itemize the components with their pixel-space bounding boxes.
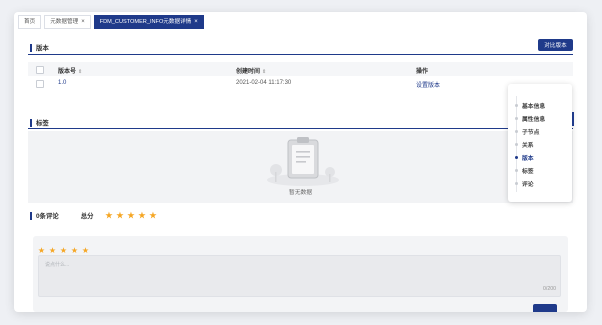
anchor-dot	[515, 182, 518, 185]
tab-label: FDM_CUSTOMER_INFO元数据详情	[99, 19, 192, 25]
star-icon: ★	[105, 211, 113, 220]
section-marker	[30, 118, 32, 127]
char-counter: 0/200	[543, 286, 556, 292]
star-icon: ★	[116, 211, 124, 220]
anchor-dot	[515, 117, 518, 120]
anchor-item-child-nodes[interactable]: 子节点	[522, 127, 539, 136]
section-title-text: 标签	[36, 120, 49, 127]
close-icon[interactable]: ×	[194, 16, 198, 28]
compare-versions-button[interactable]: 对比版本	[538, 39, 573, 51]
anchor-item-tags[interactable]: 标签	[522, 166, 534, 175]
comments-section-title: 0条评论 总分 ★ ★ ★ ★ ★	[30, 211, 159, 220]
column-header-version[interactable]: 版本号 ⇕	[58, 66, 82, 75]
anchor-item-relations[interactable]: 关系	[522, 140, 534, 149]
empty-state: 暂无数据	[28, 131, 573, 203]
anchor-dot	[515, 104, 518, 107]
scrollbar-thumb[interactable]	[572, 112, 574, 126]
empty-clipboard-illustration	[267, 137, 339, 186]
close-icon[interactable]: ×	[81, 16, 85, 28]
section-divider	[28, 54, 573, 55]
created-time: 2021-02-04 11:17:30	[236, 80, 292, 86]
star-icon[interactable]: ★	[69, 246, 80, 255]
anchor-item-basic-info[interactable]: 基本信息	[522, 101, 545, 110]
star-icon[interactable]: ★	[80, 246, 91, 255]
tab-bar: 首页 元数据管理 × FDM_CUSTOMER_INFO元数据详情 ×	[14, 12, 587, 32]
version-section-title: 版本	[30, 43, 49, 52]
column-header-created[interactable]: 创建时间 ⇕	[236, 66, 266, 75]
anchor-nav: 基本信息 属性信息 子节点 关系 版本 标签 评论	[508, 84, 572, 202]
comment-count: 0条评论	[36, 213, 59, 220]
star-icon: ★	[127, 211, 135, 220]
anchor-dot-active	[515, 156, 518, 159]
sort-icon[interactable]: ⇕	[78, 69, 82, 75]
tab-home[interactable]: 首页	[18, 15, 42, 29]
section-divider	[28, 128, 573, 129]
star-icon[interactable]: ★	[36, 246, 47, 255]
column-header-action: 操作	[416, 69, 429, 75]
tab-label: 首页	[24, 19, 36, 25]
version-number[interactable]: 1.0	[58, 80, 66, 86]
star-icon[interactable]: ★	[47, 246, 58, 255]
tab-metadata-management[interactable]: 元数据管理 ×	[44, 15, 91, 29]
section-marker	[30, 43, 32, 52]
row-checkbox[interactable]	[36, 80, 44, 88]
section-title-text: 版本	[36, 45, 49, 52]
comment-input[interactable]: 说点什么... 0/200	[38, 255, 561, 297]
anchor-item-comments[interactable]: 评论	[522, 179, 534, 188]
star-icon: ★	[138, 211, 146, 220]
select-all-checkbox[interactable]	[36, 66, 44, 74]
tags-section-title: 标签	[30, 118, 49, 127]
submit-comment-button[interactable]	[533, 304, 557, 312]
anchor-dot	[515, 143, 518, 146]
anchor-dot	[515, 169, 518, 172]
section-marker	[30, 211, 32, 220]
sort-icon[interactable]: ⇕	[262, 69, 266, 75]
tab-metadata-detail[interactable]: FDM_CUSTOMER_INFO元数据详情 ×	[93, 15, 204, 29]
total-score-stars: ★ ★ ★ ★ ★	[104, 211, 159, 220]
set-version-link[interactable]: 设置版本	[416, 80, 440, 89]
comment-editor: ★ ★ ★ ★ ★ 说点什么... 0/200	[33, 236, 568, 312]
total-score-label: 总分	[80, 213, 94, 220]
anchor-dot	[515, 130, 518, 133]
comment-placeholder: 说点什么...	[45, 262, 70, 268]
empty-text: 暂无数据	[288, 190, 313, 196]
tab-label: 元数据管理	[50, 19, 79, 25]
star-icon: ★	[149, 211, 157, 220]
table-header	[28, 62, 573, 76]
anchor-item-version[interactable]: 版本	[522, 153, 534, 162]
app-frame: 首页 元数据管理 × FDM_CUSTOMER_INFO元数据详情 × 版本 对比版…	[14, 12, 587, 312]
star-icon[interactable]: ★	[58, 246, 69, 255]
anchor-item-attributes[interactable]: 属性信息	[522, 114, 545, 123]
